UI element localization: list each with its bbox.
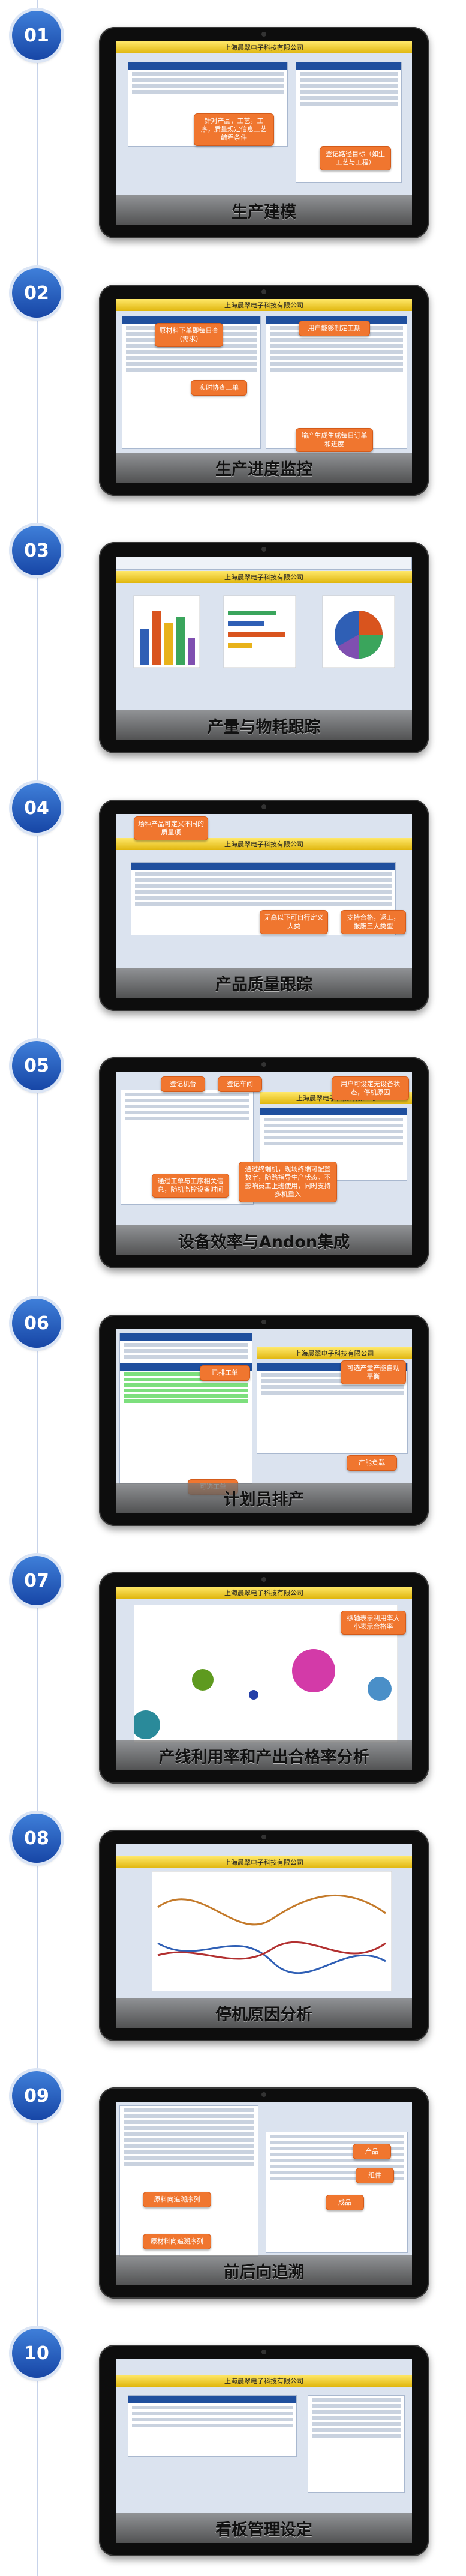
screenshot-screen: 上海晨翠电子科技有限公司 已排工单 可选产量产能自动平衡 产能负载 可选工单 计…: [116, 1329, 412, 1513]
feature-caption: 产线利用率和产出合格率分析: [116, 1740, 412, 1770]
camera-dot: [261, 1320, 266, 1324]
feature-row-10: 10 上海晨翠电子科技有限公司 看板管理设定: [0, 2318, 466, 2575]
callout: 登记路径目标（如生工艺与工程）: [320, 146, 391, 170]
camera-dot: [261, 1577, 266, 1582]
browser-toolbar: [116, 557, 412, 570]
camera-dot: [261, 1062, 266, 1067]
screenshot-screen: 上海晨翠电子科技有限公司 原材料下单即每日查（需求） 用户能够制定工期 实时协查…: [116, 299, 412, 483]
camera-dot: [261, 547, 266, 552]
tablet-frame: 产品 组件 成品 原料向追溯序列 原材料向追溯序列 前后向追溯: [99, 2087, 429, 2299]
step-badge: 06: [12, 1299, 61, 1348]
step-badge: 02: [12, 268, 61, 318]
callout: 输产生成生成每日订单和进度: [296, 428, 373, 452]
step-badge: 09: [12, 2071, 61, 2120]
app-title: 上海晨翠电子科技有限公司: [257, 1347, 412, 1359]
callout: 产品: [353, 2144, 391, 2159]
board-table: [128, 2395, 297, 2457]
tablet-frame: 上海晨翠电子科技有限公司 针对产品，工艺，工序，质量规定信息工艺编程条件 登记路…: [99, 27, 429, 238]
feature-row-05: 05 上海晨翠电子科技有限公司 登记机台 登记车间 用户可设定无设备状态，停机原…: [0, 1030, 466, 1288]
tablet-frame: 上海晨翠电子科技有限公司 看板管理设定: [99, 2345, 429, 2556]
feature-row-03: 03 上海晨翠电子科技有限公司 产量与物耗跟踪: [0, 515, 466, 773]
tablet-frame: 上海晨翠电子科技有限公司 产量与物耗跟踪: [99, 542, 429, 753]
screenshot-screen: 上海晨翠电子科技有限公司 针对产品，工艺，工序，质量规定信息工艺编程条件 登记路…: [116, 41, 412, 225]
feature-caption: 生产进度监控: [116, 453, 412, 483]
tablet-frame: 上海晨翠电子科技有限公司 原材料下单即每日查（需求） 用户能够制定工期 实时协查…: [99, 285, 429, 496]
screenshot-screen: 上海晨翠电子科技有限公司 场种产品可定义不同的质量项 无高以下可自行定义大类 支…: [116, 814, 412, 998]
screenshot-screen: 上海晨翠电子科技有限公司 看板管理设定: [116, 2359, 412, 2543]
app-title: 上海晨翠电子科技有限公司: [116, 1856, 412, 1868]
tablet-frame: 上海晨翠电子科技有限公司 已排工单 可选产量产能自动平衡 产能负载 可选工单 计…: [99, 1315, 429, 1526]
pie-chart-graphic: [322, 595, 395, 668]
callout: 实时协查工单: [191, 380, 247, 396]
callout: 支持合格，返工，报废三大类型: [341, 910, 406, 934]
feature-caption: 前后向追溯: [116, 2255, 412, 2285]
step-badge: 07: [12, 1556, 61, 1605]
screenshot-screen: 上海晨翠电子科技有限公司 登记机台 登记车间 用户可设定无设备状态，停机原因 通…: [116, 1072, 412, 1255]
feature-caption: 停机原因分析: [116, 1998, 412, 2028]
camera-dot: [261, 289, 266, 294]
feature-caption: 产品质量跟踪: [116, 968, 412, 998]
callout: 用户可设定无设备状态，停机原因: [332, 1076, 409, 1100]
screenshot-screen: 上海晨翠电子科技有限公司 纵轴表示利用率大小表示合格率 产线利用率和产出合格率分…: [116, 1587, 412, 1770]
callout: 纵轴表示利用率大小表示合格率: [341, 1611, 406, 1635]
app-title: 上海晨翠电子科技有限公司: [116, 41, 412, 53]
callout: 登记车间: [218, 1076, 262, 1092]
camera-dot: [261, 32, 266, 37]
callout: 组件: [356, 2168, 394, 2183]
hbar-chart-graphic: [223, 595, 296, 668]
callout: 产能负载: [347, 1455, 397, 1471]
callout: 原材料向追溯序列: [143, 2234, 211, 2249]
feature-row-01: 01 上海晨翠电子科技有限公司 针对产品，工艺，工序，质量规定信息工艺编程条件 …: [0, 0, 466, 258]
screenshot-screen: 上海晨翠电子科技有限公司 产量与物耗跟踪: [116, 557, 412, 740]
app-title: 上海晨翠电子科技有限公司: [116, 299, 412, 311]
feature-row-02: 02 上海晨翠电子科技有限公司 原材料下单即每日查（需求） 用户能够制定工期 实…: [0, 258, 466, 515]
feature-row-04: 04 上海晨翠电子科技有限公司 场种产品可定义不同的质量项 无高以下可自行定义大…: [0, 773, 466, 1030]
step-badge: 05: [12, 1041, 61, 1090]
feature-row-06: 06 上海晨翠电子科技有限公司 已排工单 可选产量产能自动平衡 产能负载 可选工…: [0, 1288, 466, 1545]
board-settings-form: [308, 2395, 405, 2493]
feature-caption: 设备效率与Andon集成: [116, 1225, 412, 1255]
callout: 原材料下单即每日查（需求）: [155, 323, 223, 347]
callout: 通过工单与工序相关信息，随机监控设备时间: [152, 1174, 229, 1198]
camera-dot: [261, 2350, 266, 2354]
callout: 用户能够制定工期: [299, 321, 370, 336]
step-badge: 08: [12, 1814, 61, 1863]
callout: 针对产品，工艺，工序，质量规定信息工艺编程条件: [194, 113, 274, 146]
bar-chart-graphic: [133, 595, 200, 668]
line-chart-graphic: [152, 1871, 392, 1991]
camera-dot: [261, 804, 266, 809]
callout: 可选产量产能自动平衡: [341, 1360, 406, 1384]
callout: 登记机台: [161, 1076, 205, 1092]
step-badge: 03: [12, 526, 61, 575]
feature-caption: 看板管理设定: [116, 2513, 412, 2543]
tablet-frame: 上海晨翠电子科技有限公司 停机原因分析: [99, 1830, 429, 2041]
app-title: 上海晨翠电子科技有限公司: [116, 1587, 412, 1599]
feature-row-08: 08 上海晨翠电子科技有限公司 停机原因分析: [0, 1803, 466, 2060]
screenshot-screen: 产品 组件 成品 原料向追溯序列 原材料向追溯序列 前后向追溯: [116, 2102, 412, 2285]
schedule-tables: [119, 1333, 252, 1484]
feature-caption: 生产建模: [116, 195, 412, 225]
feature-row-07: 07 上海晨翠电子科技有限公司 纵轴表示利用率大小表示合格率 产线利用率和产出合…: [0, 1545, 466, 1803]
tablet-frame: 上海晨翠电子科技有限公司 登记机台 登记车间 用户可设定无设备状态，停机原因 通…: [99, 1057, 429, 1268]
feature-caption: 计划员排产: [116, 1483, 412, 1513]
app-title: 上海晨翠电子科技有限公司: [116, 571, 412, 583]
step-badge: 01: [12, 11, 61, 60]
callout: 场种产品可定义不同的质量项: [134, 816, 208, 840]
app-title: 上海晨翠电子科技有限公司: [116, 2375, 412, 2387]
feature-caption: 产量与物耗跟踪: [116, 710, 412, 740]
camera-dot: [261, 2092, 266, 2097]
tablet-frame: 上海晨翠电子科技有限公司 场种产品可定义不同的质量项 无高以下可自行定义大类 支…: [99, 800, 429, 1011]
callout: 通过终端机，现场终端可配置数字，随路指导生产状态。不影响员工上班使用，同时支持多…: [239, 1162, 337, 1202]
callout: 已排工单: [200, 1365, 250, 1381]
feature-row-09: 09 产品 组件 成品 原料向追溯序列 原材料向追溯序列 前后向追溯: [0, 2060, 466, 2318]
callout: 原料向追溯序列: [143, 2192, 211, 2207]
step-badge: 10: [12, 2329, 61, 2378]
callout: 成品: [326, 2195, 364, 2210]
step-badge: 04: [12, 783, 61, 833]
callout: 无高以下可自行定义大类: [260, 910, 328, 934]
camera-dot: [261, 1835, 266, 1839]
screenshot-screen: 上海晨翠电子科技有限公司 停机原因分析: [116, 1844, 412, 2028]
tablet-frame: 上海晨翠电子科技有限公司 纵轴表示利用率大小表示合格率 产线利用率和产出合格率分…: [99, 1572, 429, 1784]
